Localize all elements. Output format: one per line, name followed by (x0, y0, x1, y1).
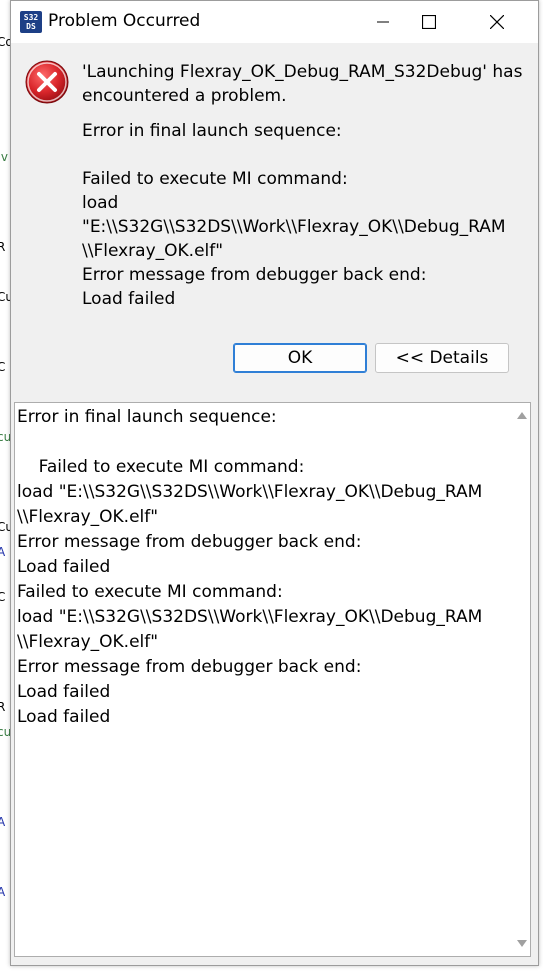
maximize-icon (422, 15, 436, 29)
dialog-title: Problem Occurred (48, 11, 201, 31)
ok-button[interactable]: OK (233, 343, 367, 373)
error-message: Error in final launch sequence: Failed t… (82, 121, 506, 309)
app-logo-icon: S32 DS (20, 11, 42, 33)
details-text: Error in final launch sequence: Failed t… (17, 407, 483, 727)
problem-dialog: S32 DS Problem Occurred 'Launching Flexr… (10, 0, 539, 966)
background-ide-fragment: Co l .v R Cu C cu Cu A C R cu A A (0, 0, 10, 972)
close-button[interactable] (474, 1, 520, 43)
error-icon (25, 60, 69, 104)
scroll-down-icon[interactable] (517, 940, 527, 947)
minimize-icon (377, 21, 389, 23)
details-text-area[interactable]: Error in final launch sequence: Failed t… (14, 402, 531, 957)
maximize-button[interactable] (406, 1, 452, 43)
close-icon (490, 15, 504, 29)
minimize-button[interactable] (360, 1, 406, 43)
error-headline: 'Launching Flexray_OK_Debug_RAM_S32Debug… (82, 62, 523, 106)
scroll-up-icon[interactable] (517, 412, 527, 419)
title-bar: S32 DS Problem Occurred (11, 1, 538, 43)
vertical-scrollbar[interactable] (513, 403, 530, 956)
details-toggle-button[interactable]: << Details (375, 343, 509, 373)
